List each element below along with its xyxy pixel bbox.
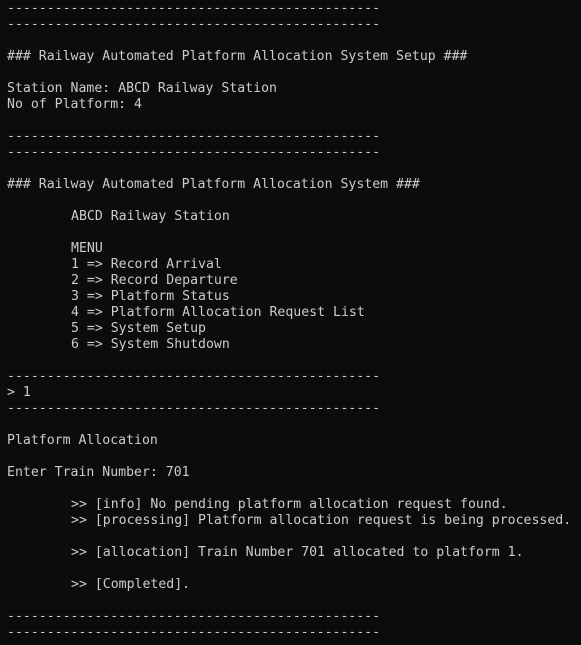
menu-item-system-shutdown: 6 => System Shutdown xyxy=(71,337,230,352)
menu-item-platform-status: 3 => Platform Status xyxy=(71,289,230,304)
separator-line: ----------------------------------------… xyxy=(7,369,381,384)
station-name-line: Station Name: ABCD Railway Station xyxy=(7,81,277,96)
menu-heading: MENU xyxy=(71,241,103,256)
menu-item-system-setup: 5 => System Setup xyxy=(71,321,206,336)
allocation-message: >> [allocation] Train Number 701 allocat… xyxy=(71,545,524,560)
separator-line: ----------------------------------------… xyxy=(7,625,381,640)
menu-item-request-list: 4 => Platform Allocation Request List xyxy=(71,305,365,320)
prompt-line: > 1 xyxy=(7,385,31,400)
section-title: Platform Allocation xyxy=(7,433,158,448)
menu-item-record-departure: 2 => Record Departure xyxy=(71,273,238,288)
train-number-input-line: Enter Train Number: 701 xyxy=(7,465,190,480)
separator-line: ----------------------------------------… xyxy=(7,1,381,16)
platform-count-line: No of Platform: 4 xyxy=(7,97,142,112)
separator-line: ----------------------------------------… xyxy=(7,145,381,160)
setup-title: ### Railway Automated Platform Allocatio… xyxy=(7,49,468,64)
terminal-output[interactable]: ----------------------------------------… xyxy=(7,1,581,641)
system-title: ### Railway Automated Platform Allocatio… xyxy=(7,177,420,192)
separator-line: ----------------------------------------… xyxy=(7,129,381,144)
separator-line: ----------------------------------------… xyxy=(7,17,381,32)
processing-message: >> [processing] Platform allocation requ… xyxy=(71,513,572,528)
completed-message: >> [Completed]. xyxy=(71,577,191,592)
station-heading: ABCD Railway Station xyxy=(71,209,230,224)
menu-item-record-arrival: 1 => Record Arrival xyxy=(71,257,222,272)
info-message: >> [info] No pending platform allocation… xyxy=(71,497,508,512)
separator-line: ----------------------------------------… xyxy=(7,401,381,416)
separator-line: ----------------------------------------… xyxy=(7,609,381,624)
